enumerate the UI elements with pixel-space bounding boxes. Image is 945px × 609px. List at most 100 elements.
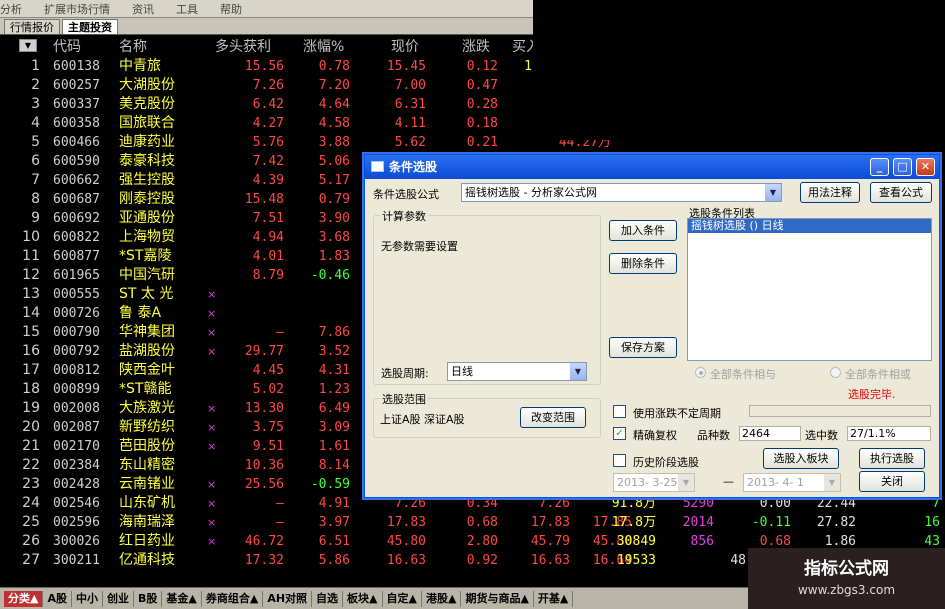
stock-code: 600662: [53, 173, 100, 188]
change-pct: 1.61: [318, 439, 350, 454]
add-to-block-button[interactable]: 选股入板块: [763, 448, 839, 469]
change: 2.80: [466, 534, 498, 549]
change-pct: 4.91: [318, 496, 350, 511]
no-params-text: 无参数需要设置: [381, 240, 458, 253]
checkbox-uncertain-period-label: 使用涨跌不定周期: [633, 407, 721, 420]
usage-notes-button[interactable]: 用法注释: [800, 182, 860, 203]
progress-bar: [749, 405, 931, 417]
change: 0.47: [466, 78, 498, 93]
col-price[interactable]: 现价: [391, 36, 419, 56]
radio-all-and[interactable]: [695, 367, 706, 378]
stock-name: 中青旅: [119, 58, 161, 74]
table-cell: 30849: [616, 534, 656, 549]
chevron-down-icon[interactable]: ▼: [678, 474, 694, 491]
bottom-tab[interactable]: 中小: [72, 590, 103, 607]
checkbox-history-label: 历史阶段选股: [633, 456, 699, 469]
col-change[interactable]: 涨跌: [462, 36, 490, 56]
bottom-tab[interactable]: 自选: [312, 590, 344, 607]
delete-condition-button[interactable]: 删除条件: [609, 253, 677, 274]
change-pct: 0.78: [318, 59, 350, 74]
bottom-tab[interactable]: 券商组合▲: [202, 590, 264, 607]
maximize-icon[interactable]: □: [893, 158, 912, 176]
row-index: 12: [22, 267, 40, 283]
margin-mark: ×: [207, 288, 217, 301]
bid: 1: [524, 59, 532, 74]
row-index: 24: [22, 495, 40, 511]
run-screen-button[interactable]: 执行选股: [859, 448, 925, 469]
checkbox-exact-rights[interactable]: ✓: [613, 427, 626, 440]
menu-help[interactable]: 帮助: [220, 1, 242, 17]
stock-code: 002596: [53, 515, 100, 530]
bottom-tab[interactable]: B股: [134, 590, 163, 607]
row-index: 22: [22, 457, 40, 473]
tab-theme-investment[interactable]: 主题投资: [62, 19, 118, 34]
change-pct: 7.20: [318, 78, 350, 93]
bottom-tab[interactable]: 分类▲: [4, 590, 44, 607]
period-select[interactable]: 日线 ▼: [447, 362, 587, 381]
bottom-tab[interactable]: 期货与商品▲: [461, 590, 534, 607]
date-to-select[interactable]: 2013- 4- 1 ▼: [743, 473, 841, 492]
bottom-tab[interactable]: A股: [43, 590, 72, 607]
close-icon[interactable]: ✕: [916, 158, 935, 176]
condition-list-item[interactable]: 摇钱树选股 () 日线: [688, 219, 931, 233]
bottom-tab[interactable]: 港股▲: [422, 590, 462, 607]
change-range-button[interactable]: 改变范围: [520, 407, 586, 428]
chevron-down-icon[interactable]: ▼: [570, 363, 586, 380]
price: 5.62: [394, 135, 426, 150]
long-profit: 5.02: [252, 382, 284, 397]
long-profit: 3.75: [252, 420, 284, 435]
row-index: 8: [31, 191, 40, 207]
menu-news[interactable]: 资讯: [132, 1, 154, 17]
stock-code: 002546: [53, 496, 100, 511]
bottom-tab[interactable]: 自定▲: [383, 590, 422, 607]
stock-name: 盐湖股份: [119, 343, 175, 359]
menu-extended-market[interactable]: 扩展市场行情: [44, 1, 110, 17]
save-plan-button[interactable]: 保存方案: [609, 337, 677, 358]
stock-name: 迪康药业: [119, 134, 175, 150]
watermark-url: www.zbgs3.com: [797, 583, 896, 597]
row-index: 2: [31, 77, 40, 93]
menu-analysis[interactable]: 分析: [0, 1, 22, 17]
stock-code: 000726: [53, 306, 100, 321]
stock-name: *ST嘉陵: [119, 248, 172, 264]
dialog-titlebar[interactable]: 条件选股 _ □ ✕: [365, 155, 939, 179]
col-long-profit[interactable]: 多头获利: [215, 36, 271, 56]
row-index: 20: [22, 419, 40, 435]
menu-tools[interactable]: 工具: [176, 1, 198, 17]
bottom-tab[interactable]: 板块▲: [343, 590, 383, 607]
margin-mark: ×: [207, 421, 217, 434]
period-value: 日线: [451, 365, 473, 378]
tab-quotes[interactable]: 行情报价: [4, 19, 60, 34]
close-button[interactable]: 关闭: [859, 471, 925, 492]
margin-mark: ×: [207, 516, 217, 529]
bottom-tab[interactable]: AH对照: [263, 590, 313, 607]
bottom-tab[interactable]: 开基▲: [534, 590, 574, 607]
hit-count: 27/1.1%: [847, 426, 931, 441]
price: 4.11: [394, 116, 426, 131]
column-dropdown-icon[interactable]: ▼: [19, 39, 37, 52]
change-pct: 4.58: [318, 116, 350, 131]
add-condition-button[interactable]: 加入条件: [609, 220, 677, 241]
checkbox-uncertain-period[interactable]: [613, 405, 626, 418]
long-profit: 4.01: [252, 249, 284, 264]
change-pct: 4.31: [318, 363, 350, 378]
bottom-tab[interactable]: 创业: [103, 590, 134, 607]
change: 0.28: [466, 97, 498, 112]
bottom-tab[interactable]: 基金▲: [162, 590, 202, 607]
chevron-down-icon[interactable]: ▼: [765, 184, 781, 201]
formula-select[interactable]: 摇钱树选股 - 分析家公式网 ▼: [461, 183, 782, 202]
col-name[interactable]: 名称: [119, 36, 147, 56]
col-change-pct[interactable]: 涨幅%: [303, 36, 344, 56]
margin-mark: ×: [207, 440, 217, 453]
date-from-select[interactable]: 2013- 3-25 ▼: [613, 473, 695, 492]
long-profit: 7.51: [252, 211, 284, 226]
chevron-down-icon[interactable]: ▼: [824, 474, 840, 491]
condition-list[interactable]: 摇钱树选股 () 日线: [687, 218, 932, 361]
table-cell: 16: [924, 515, 940, 530]
view-formula-button[interactable]: 查看公式: [870, 182, 932, 203]
col-code[interactable]: 代码: [53, 36, 81, 56]
minimize-icon[interactable]: _: [870, 158, 889, 176]
radio-all-or[interactable]: [830, 367, 841, 378]
checkbox-history[interactable]: [613, 454, 626, 467]
stock-code: 600590: [53, 154, 100, 169]
